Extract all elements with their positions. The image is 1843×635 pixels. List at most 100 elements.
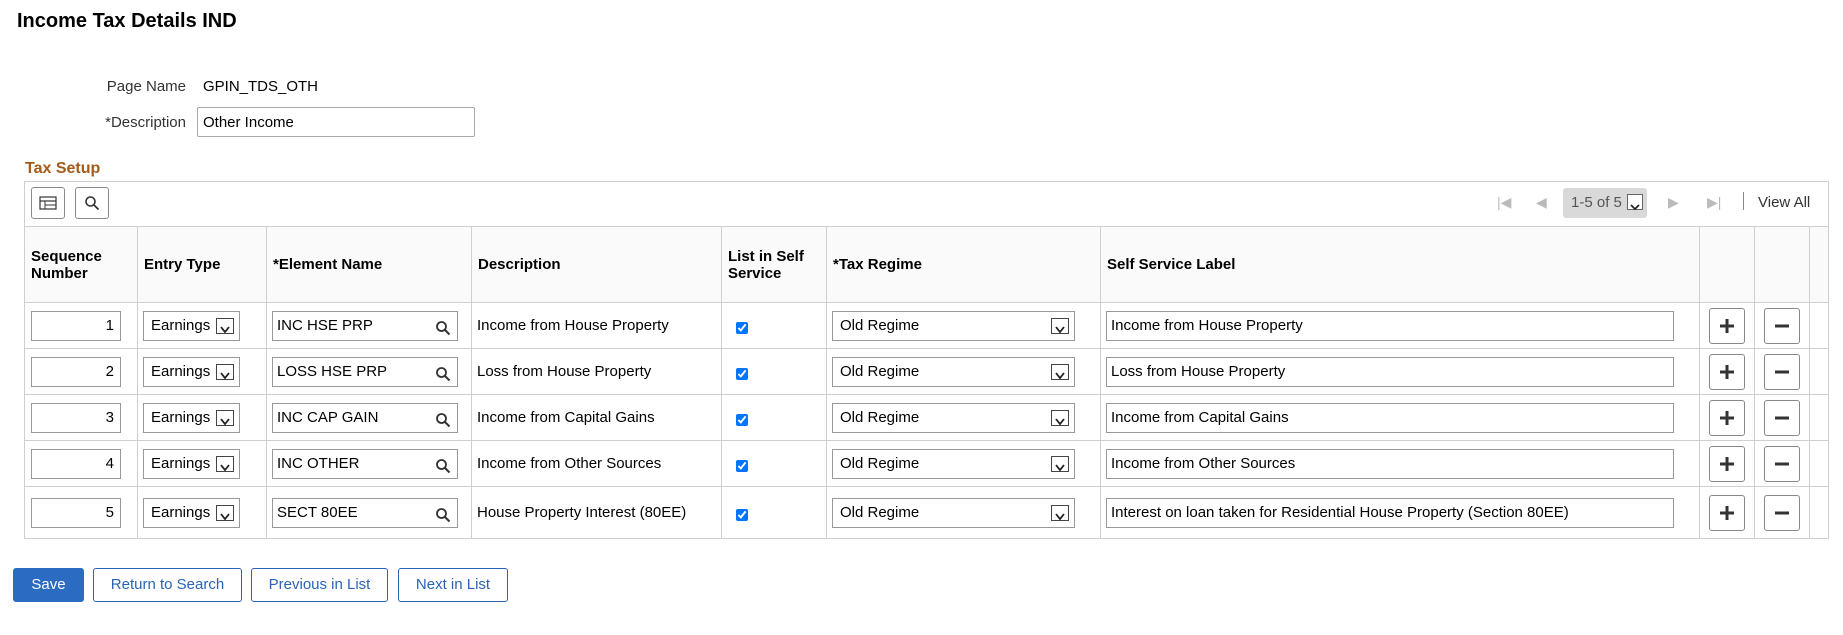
- tax-regime-select[interactable]: Old Regime: [832, 311, 1075, 341]
- first-page-icon[interactable]: |◀: [1497, 194, 1511, 211]
- cell-description: Income from Other Sources: [472, 441, 722, 486]
- chevron-down-icon: [216, 456, 234, 472]
- self-service-label-input[interactable]: Income from House Property: [1106, 311, 1674, 341]
- col-element-name: *Element Name: [267, 227, 472, 302]
- cell-sequence: 4: [25, 441, 138, 486]
- previous-page-icon[interactable]: ◀: [1536, 194, 1547, 211]
- return-to-search-button[interactable]: Return to Search: [93, 568, 242, 602]
- sequence-input[interactable]: 1: [31, 311, 121, 341]
- cell-add: [1700, 303, 1755, 348]
- cell-element-name: INC HSE PRP: [267, 303, 472, 348]
- list-in-self-service-checkbox[interactable]: [736, 414, 748, 426]
- cell-self-service: [722, 395, 827, 440]
- self-service-label-input[interactable]: Loss from House Property: [1106, 357, 1674, 387]
- list-in-self-service-checkbox[interactable]: [736, 322, 748, 334]
- add-row-button[interactable]: [1709, 446, 1745, 482]
- element-name-input[interactable]: INC OTHER: [272, 449, 458, 479]
- delete-row-button[interactable]: [1764, 446, 1800, 482]
- next-page-icon[interactable]: ▶: [1668, 194, 1679, 211]
- delete-row-button[interactable]: [1764, 495, 1800, 531]
- cell-scroll: [1810, 441, 1828, 486]
- page-name-label: Page Name: [106, 78, 186, 95]
- cell-scroll: [1810, 395, 1828, 440]
- cell-sequence: 2: [25, 349, 138, 394]
- delete-row-button[interactable]: [1764, 400, 1800, 436]
- row-description: House Property Interest (80EE): [477, 504, 687, 521]
- chevron-down-icon: [1051, 505, 1069, 521]
- add-row-button[interactable]: [1709, 400, 1745, 436]
- tax-regime-value: Old Regime: [840, 317, 920, 334]
- cell-sequence: 1: [25, 303, 138, 348]
- cell-description: Income from Capital Gains: [472, 395, 722, 440]
- tax-regime-value: Old Regime: [840, 455, 920, 472]
- description-input[interactable]: [197, 107, 475, 137]
- tax-regime-value: Old Regime: [840, 409, 920, 426]
- cell-add: [1700, 487, 1755, 538]
- cell-description: Loss from House Property: [472, 349, 722, 394]
- range-selector[interactable]: 1-5 of 5: [1563, 188, 1647, 218]
- list-in-self-service-checkbox[interactable]: [736, 460, 748, 472]
- delete-row-button[interactable]: [1764, 308, 1800, 344]
- entry-type-select[interactable]: Earnings: [143, 311, 240, 341]
- page-name-value: GPIN_TDS_OTH: [203, 78, 319, 95]
- element-name-value: INC HSE PRP: [277, 317, 373, 334]
- minus-icon: [1775, 324, 1789, 328]
- add-row-button[interactable]: [1709, 495, 1745, 531]
- sequence-input[interactable]: 5: [31, 498, 121, 528]
- element-name-input[interactable]: INC HSE PRP: [272, 311, 458, 341]
- find-button[interactable]: [75, 187, 109, 219]
- sequence-input[interactable]: 3: [31, 403, 121, 433]
- cell-entry-type: Earnings: [138, 441, 267, 486]
- entry-type-select[interactable]: Earnings: [143, 357, 240, 387]
- self-service-label-input[interactable]: Income from Other Sources: [1106, 449, 1674, 479]
- previous-in-list-button[interactable]: Previous in List: [251, 568, 388, 602]
- delete-row-button[interactable]: [1764, 354, 1800, 390]
- view-all-link[interactable]: View All: [1758, 194, 1810, 211]
- table-row: 3 Earnings INC CAP GAIN Income from Capi…: [25, 394, 1828, 440]
- last-page-icon[interactable]: ▶|: [1707, 194, 1721, 211]
- self-service-label-input[interactable]: Income from Capital Gains: [1106, 403, 1674, 433]
- lookup-search-icon[interactable]: [435, 410, 451, 438]
- lookup-search-icon[interactable]: [435, 505, 451, 533]
- element-name-input[interactable]: SECT 80EE: [272, 498, 458, 528]
- cell-description: Income from House Property: [472, 303, 722, 348]
- chevron-down-icon: [216, 505, 234, 521]
- sequence-input[interactable]: 2: [31, 357, 121, 387]
- next-in-list-button[interactable]: Next in List: [398, 568, 508, 602]
- save-button[interactable]: Save: [13, 568, 84, 602]
- plus-icon: [1720, 411, 1734, 425]
- entry-type-value: Earnings: [151, 409, 211, 426]
- lookup-search-icon[interactable]: [435, 364, 451, 392]
- sequence-input[interactable]: 4: [31, 449, 121, 479]
- tax-setup-grid: |◀ ◀ 1-5 of 5 ▶ ▶| View All Sequence Num…: [24, 181, 1829, 539]
- list-in-self-service-checkbox[interactable]: [736, 509, 748, 521]
- cell-delete: [1755, 349, 1810, 394]
- list-in-self-service-checkbox[interactable]: [736, 368, 748, 380]
- lookup-search-icon[interactable]: [435, 456, 451, 484]
- tax-regime-select[interactable]: Old Regime: [832, 357, 1075, 387]
- cell-self-service: [722, 349, 827, 394]
- entry-type-value: Earnings: [151, 317, 211, 334]
- entry-type-select[interactable]: Earnings: [143, 403, 240, 433]
- cell-element-name: LOSS HSE PRP: [267, 349, 472, 394]
- element-name-input[interactable]: INC CAP GAIN: [272, 403, 458, 433]
- entry-type-select[interactable]: Earnings: [143, 449, 240, 479]
- cell-tax-regime: Old Regime: [827, 395, 1101, 440]
- cell-element-name: INC OTHER: [267, 441, 472, 486]
- row-description: Income from House Property: [477, 317, 669, 334]
- tax-regime-select[interactable]: Old Regime: [832, 498, 1075, 528]
- entry-type-select[interactable]: Earnings: [143, 498, 240, 528]
- cell-description: House Property Interest (80EE): [472, 487, 722, 538]
- element-name-input[interactable]: LOSS HSE PRP: [272, 357, 458, 387]
- plus-icon: [1720, 365, 1734, 379]
- tax-regime-select[interactable]: Old Regime: [832, 403, 1075, 433]
- add-row-button[interactable]: [1709, 308, 1745, 344]
- chevron-down-icon: [1051, 364, 1069, 380]
- col-description: Description: [472, 227, 722, 302]
- lookup-search-icon[interactable]: [435, 318, 451, 346]
- add-row-button[interactable]: [1709, 354, 1745, 390]
- self-service-label-input[interactable]: Interest on loan taken for Residential H…: [1106, 498, 1674, 528]
- col-tax-regime: *Tax Regime: [827, 227, 1101, 302]
- personalize-button[interactable]: [31, 187, 65, 219]
- tax-regime-select[interactable]: Old Regime: [832, 449, 1075, 479]
